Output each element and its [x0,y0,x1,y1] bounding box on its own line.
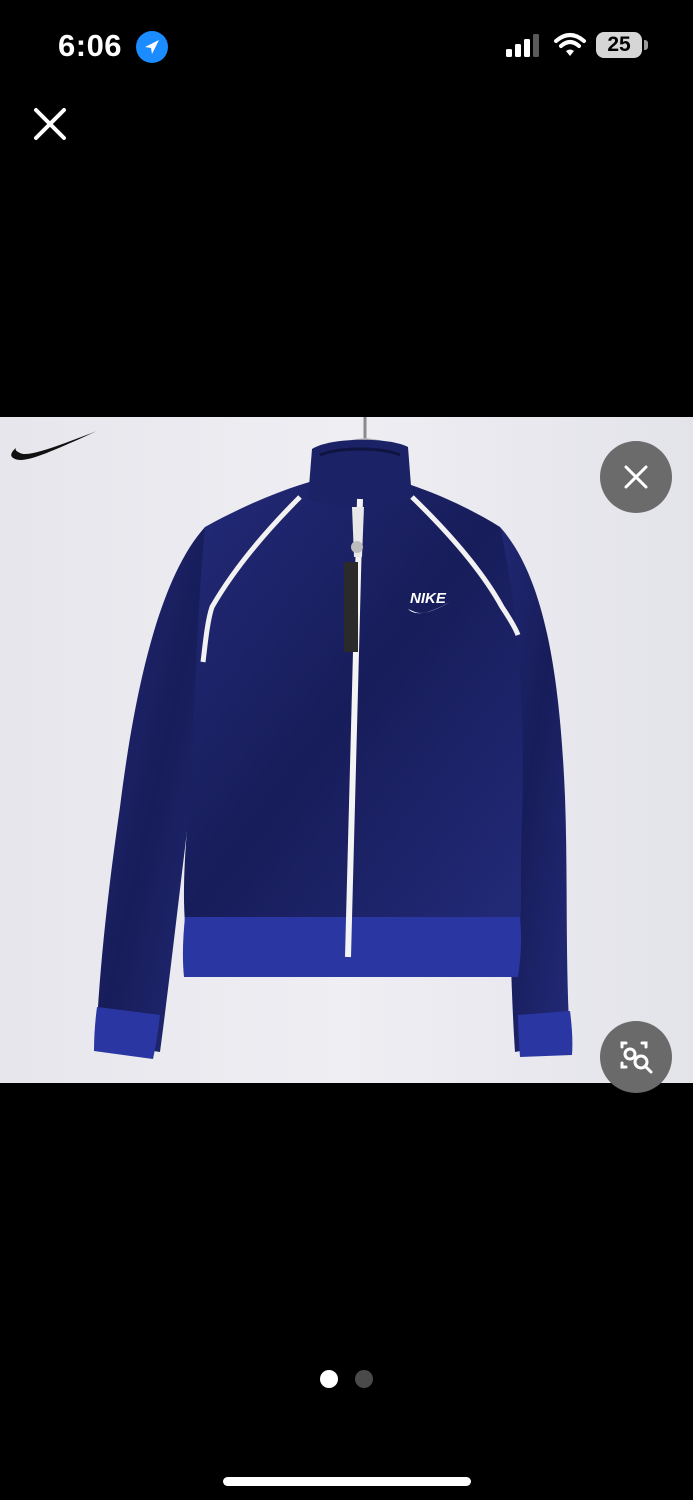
battery-tip [644,40,648,50]
status-time: 6:06 [58,28,123,63]
close-icon [624,465,648,489]
page-indicator[interactable] [318,1370,378,1390]
close-icon [34,108,66,140]
visual-lookup-icon [620,1041,653,1074]
close-viewer-button[interactable] [28,102,72,146]
wifi-icon [554,32,586,58]
status-bar: 6:06 25 [0,0,693,90]
battery-level: 25 [607,33,631,56]
location-arrow-icon [136,31,168,63]
cellular-signal-icon [506,33,542,59]
dismiss-photo-button[interactable] [600,441,672,513]
visual-lookup-button[interactable] [600,1021,672,1093]
page-dot[interactable] [355,1370,373,1388]
home-indicator[interactable] [223,1477,471,1486]
product-photo[interactable]: NIKE [0,417,693,1083]
page-dot-active[interactable] [320,1370,338,1388]
svg-text:NIKE: NIKE [410,590,447,607]
jacket-image: NIKE [0,417,693,1083]
battery-icon: 25 [596,32,648,60]
